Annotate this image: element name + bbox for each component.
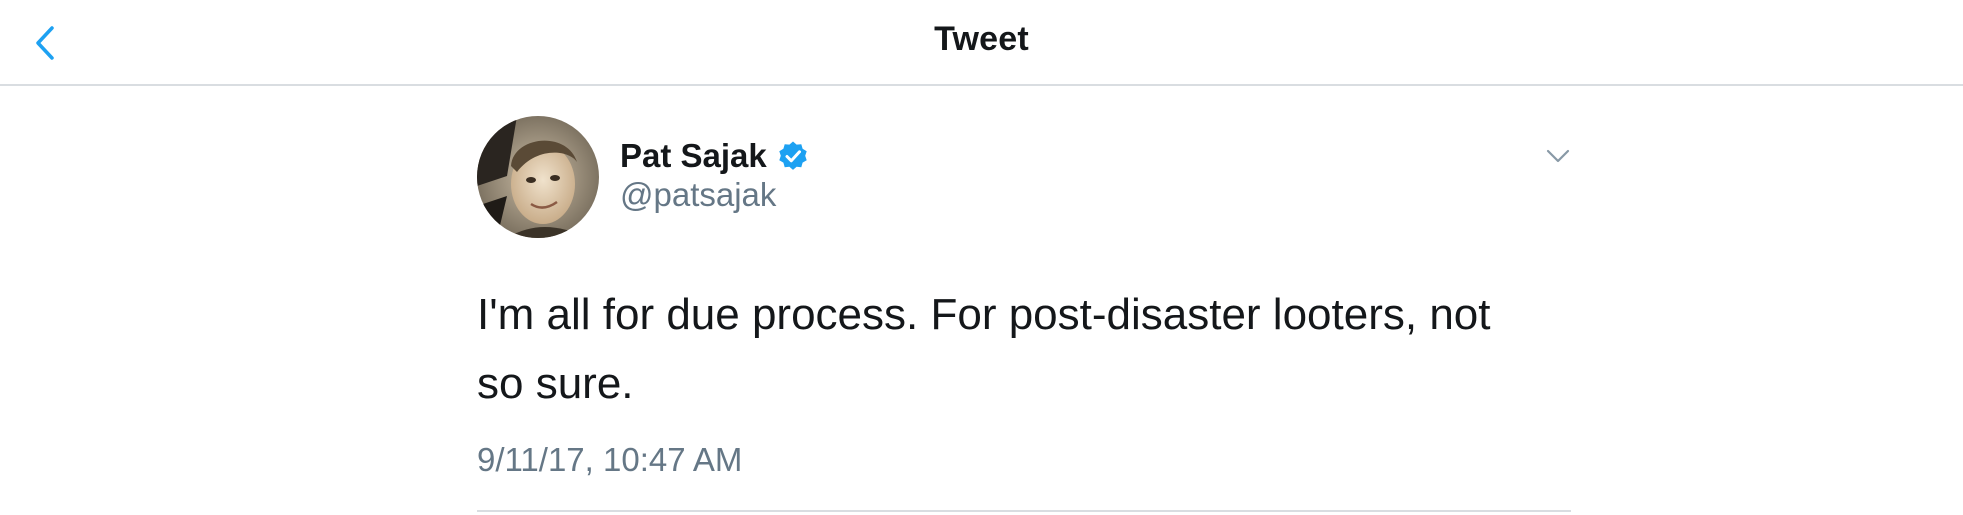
author-handle[interactable]: @patsajak (620, 176, 776, 214)
navigation-bar: Tweet (0, 0, 1963, 86)
author-name-row[interactable]: Pat Sajak (620, 134, 809, 178)
tweet-card: Pat Sajak @patsajak I'm all for due proc… (477, 86, 1571, 515)
tweet-timestamp: 9/11/17, 10:47 AM (477, 441, 743, 478)
chevron-down-icon (1546, 149, 1570, 163)
verified-badge-icon (779, 141, 807, 170)
tweet-options-button[interactable] (1545, 146, 1571, 166)
page-title: Tweet (934, 20, 1029, 58)
author-name[interactable]: Pat Sajak (620, 137, 767, 175)
avatar-photo (477, 116, 599, 238)
divider (477, 510, 1571, 512)
tweet-text: I'm all for due process. For post-disast… (477, 290, 1491, 408)
avatar[interactable] (477, 116, 599, 238)
